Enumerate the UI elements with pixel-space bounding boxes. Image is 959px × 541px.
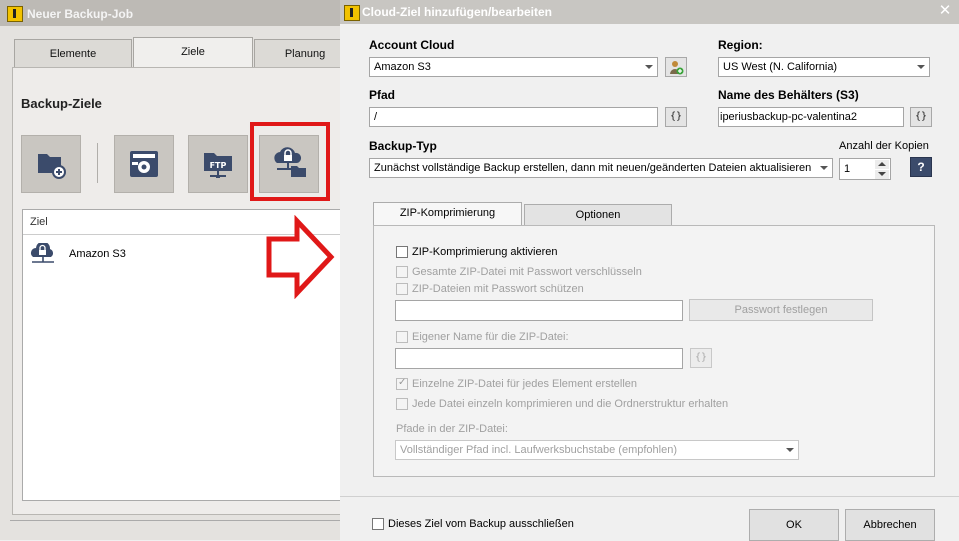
zip-custom-name-checkbox[interactable] [396, 331, 408, 343]
region-value: US West (N. California) [723, 61, 838, 73]
backup-type-select[interactable]: Zunächst vollständige Backup erstellen, … [369, 158, 833, 178]
path-input[interactable]: / [369, 107, 658, 127]
zip-enable-checkbox[interactable] [396, 246, 408, 258]
account-cloud-select[interactable]: Amazon S3 [369, 57, 658, 77]
bottom-divider [10, 520, 340, 521]
chevron-down-icon [641, 59, 656, 75]
account-cloud-label: Account Cloud [369, 38, 455, 52]
dialog-titlebar: Cloud-Ziel hinzufügen/bearbeiten ✕ [340, 0, 959, 24]
zip-paths-label: Pfade in der ZIP-Datei: [396, 423, 508, 435]
zip-name-variables-button[interactable]: {} [690, 348, 712, 368]
copies-value: 1 [844, 163, 851, 175]
dialog-app-icon [344, 5, 360, 21]
zip-encrypt-label: Gesamte ZIP-Datei mit Passwort verschlüs… [412, 266, 642, 278]
cancel-button[interactable]: Abbrechen [845, 509, 935, 541]
folder-add-icon [38, 154, 66, 179]
chevron-down-icon [782, 442, 797, 458]
cloud-destination-button[interactable] [259, 135, 319, 193]
zip-single-per-element-checkbox[interactable] [396, 377, 408, 390]
zip-enable-label: ZIP-Komprimierung aktivieren [412, 246, 558, 258]
add-folder-destination-button[interactable] [21, 135, 81, 193]
cloud-folder-icon [274, 147, 306, 177]
zip-single-per-element-label: Einzelne ZIP-Datei für jedes Element ers… [412, 378, 637, 390]
backup-type-value: Zunächst vollständige Backup erstellen, … [374, 162, 812, 174]
tab-zip-compression[interactable]: ZIP-Komprimierung [373, 202, 522, 227]
iperius-app-icon [7, 6, 23, 22]
region-select[interactable]: US West (N. California) [718, 57, 930, 77]
chevron-down-icon [913, 59, 928, 75]
exclude-target-checkbox[interactable] [372, 518, 384, 530]
spin-up-icon[interactable] [875, 160, 889, 169]
backup-type-label: Backup-Typ [369, 139, 437, 153]
spin-down-icon[interactable] [875, 170, 889, 179]
tab-ziele[interactable]: Ziele [133, 37, 253, 68]
tape-drive-icon [130, 151, 158, 177]
tab-elemente[interactable]: Elemente [14, 39, 132, 68]
tape-destination-button[interactable] [114, 135, 174, 193]
ok-button[interactable]: OK [749, 509, 839, 541]
zip-custom-name-input[interactable] [395, 348, 683, 369]
region-label: Region: [718, 38, 763, 52]
zip-custom-name-label: Eigener Name für die ZIP-Datei: [412, 331, 569, 343]
chevron-down-icon [816, 160, 831, 176]
set-password-button[interactable]: Passwort festlegen [689, 299, 873, 321]
backup-job-titlebar: Neuer Backup-Job [0, 0, 340, 26]
close-icon[interactable]: ✕ [937, 2, 953, 20]
exclude-target-label: Dieses Ziel vom Backup ausschließen [388, 518, 574, 530]
bucket-variables-button[interactable]: {} [910, 107, 932, 127]
bucket-label: Name des Behälters (S3) [718, 88, 859, 102]
bucket-value: iperiusbackup-pc-valentina2 [720, 111, 857, 123]
column-header-ziel: Ziel [30, 216, 48, 228]
zip-password-input[interactable] [395, 300, 683, 321]
zip-each-file-checkbox[interactable] [396, 398, 408, 410]
tab-options[interactable]: Optionen [524, 204, 672, 226]
ftp-icon-text: FTP [210, 161, 227, 170]
backup-ziele-heading: Backup-Ziele [21, 96, 102, 111]
zip-protect-label: ZIP-Dateien mit Passwort schützen [412, 283, 584, 295]
add-account-button[interactable] [665, 57, 687, 77]
ftp-destination-button[interactable]: FTP [188, 135, 248, 193]
bucket-input[interactable]: iperiusbackup-pc-valentina2 [718, 107, 904, 127]
ftp-folder-icon: FTP [204, 153, 232, 178]
copies-spinner[interactable]: 1 [839, 158, 891, 180]
red-arrow-icon [266, 215, 335, 299]
user-add-icon [670, 61, 684, 75]
account-cloud-value: Amazon S3 [374, 61, 431, 73]
list-item-label: Amazon S3 [69, 248, 126, 260]
path-value: / [374, 111, 378, 123]
copies-label: Anzahl der Kopien [839, 140, 929, 152]
dialog-footer-divider [340, 496, 959, 497]
dialog-title: Cloud-Ziel hinzufügen/bearbeiten [362, 5, 552, 19]
tile-separator [97, 143, 98, 183]
zip-protect-checkbox[interactable] [396, 283, 408, 295]
zip-paths-value: Vollständiger Pfad incl. Laufwerksbuchst… [400, 444, 677, 456]
path-label: Pfad [369, 88, 396, 102]
backup-job-title: Neuer Backup-Job [27, 7, 134, 21]
zip-paths-select[interactable]: Vollständiger Pfad incl. Laufwerksbuchst… [395, 440, 799, 460]
zip-each-file-label: Jede Datei einzeln komprimieren und die … [412, 398, 729, 410]
path-variables-button[interactable]: {} [665, 107, 687, 127]
help-button[interactable]: ? [910, 157, 932, 177]
zip-encrypt-checkbox[interactable] [396, 266, 408, 278]
cloud-target-dialog: Cloud-Ziel hinzufügen/bearbeiten ✕ Accou… [340, 0, 959, 541]
cloud-lock-icon [31, 243, 54, 263]
